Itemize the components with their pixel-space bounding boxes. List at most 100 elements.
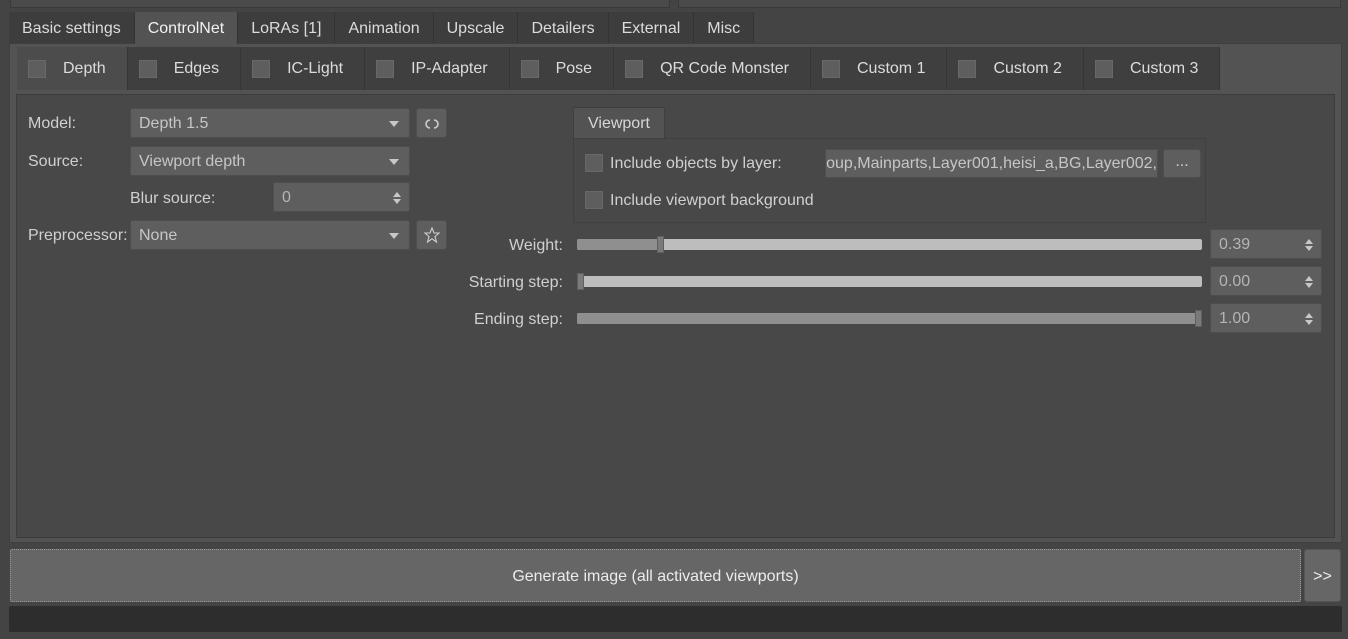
blur-source-value: 0 <box>282 189 291 206</box>
subtab-label: IP-Adapter <box>411 59 488 77</box>
pose-enable-checkbox[interactable] <box>520 59 539 78</box>
include-background-checkbox[interactable] <box>585 191 603 209</box>
starting-step-slider[interactable] <box>577 273 1202 290</box>
subtab-custom-2[interactable]: Custom 2 <box>947 47 1084 90</box>
tab-misc[interactable]: Misc <box>694 12 755 44</box>
ending-step-value: 1.00 <box>1219 310 1251 327</box>
source-select[interactable]: Viewport depth <box>130 146 410 176</box>
slider-track <box>577 239 1202 250</box>
weight-label: Weight: <box>509 237 563 254</box>
subtab-label: Custom 2 <box>993 59 1062 77</box>
tab-detailers[interactable]: Detailers <box>518 12 609 44</box>
spin-up-icon[interactable] <box>1305 239 1313 244</box>
weight-value: 0.39 <box>1219 236 1251 253</box>
layer-list-input[interactable]: oup,Mainparts,Layer001,heisi_a,BG,Layer0… <box>825 149 1158 178</box>
spin-down-icon[interactable] <box>1305 246 1313 251</box>
ending-step-slider[interactable] <box>577 310 1202 327</box>
chevron-down-icon <box>389 121 399 127</box>
slider-track <box>577 276 1202 287</box>
preprocessor-label: Preprocessor: <box>28 227 128 244</box>
starting-step-spinbox[interactable]: 0.00 <box>1210 266 1322 296</box>
starting-step-value: 0.00 <box>1219 273 1251 290</box>
qr-code-monster-enable-checkbox[interactable] <box>625 59 644 78</box>
preprocessor-select[interactable]: None <box>130 220 410 250</box>
ip-adapter-enable-checkbox[interactable] <box>376 59 395 78</box>
subtab-custom-1[interactable]: Custom 1 <box>811 47 948 90</box>
ic-light-enable-checkbox[interactable] <box>252 59 271 78</box>
refresh-model-button[interactable] <box>416 108 447 138</box>
tab-animation[interactable]: Animation <box>335 12 434 44</box>
source-value: Viewport depth <box>139 153 246 170</box>
preprocessor-value: None <box>139 227 178 244</box>
spin-down-icon[interactable] <box>1305 283 1313 288</box>
include-background-label: Include viewport background <box>610 192 814 209</box>
subtab-label: Edges <box>173 59 220 77</box>
main-tab-bar: Basic settings ControlNet LoRAs [1] Anim… <box>9 12 755 44</box>
subtab-label: IC-Light <box>287 59 344 77</box>
chevron-down-icon <box>389 233 399 239</box>
tab-controlnet[interactable]: ControlNet <box>134 12 239 44</box>
weight-slider[interactable] <box>577 236 1202 253</box>
controlnet-panel: Depth Edges IC-Light IP-Adapter Pose QR … <box>9 43 1342 543</box>
tab-external[interactable]: External <box>608 12 695 44</box>
custom-1-enable-checkbox[interactable] <box>822 59 840 78</box>
top-right-panel-edge <box>678 0 1341 8</box>
top-strip <box>0 0 1348 10</box>
spin-up-icon[interactable] <box>1305 313 1313 318</box>
slider-handle[interactable] <box>1195 310 1202 327</box>
subtab-ic-light[interactable]: IC-Light <box>241 47 366 90</box>
tab-basic-settings[interactable]: Basic settings <box>9 12 135 44</box>
include-layer-checkbox[interactable] <box>585 154 603 172</box>
model-label: Model: <box>28 115 77 132</box>
top-left-panel-edge <box>10 0 670 8</box>
subtab-label: QR Code Monster <box>660 59 789 77</box>
blur-source-label: Blur source: <box>130 190 216 207</box>
depth-settings-panel: Model: Depth 1.5 Source: Viewport depth … <box>16 94 1335 538</box>
tab-viewport[interactable]: Viewport <box>573 107 665 139</box>
spin-up-icon[interactable] <box>393 192 401 197</box>
slider-handle[interactable] <box>657 236 664 253</box>
spin-up-icon[interactable] <box>1305 276 1313 281</box>
more-options-button[interactable]: >> <box>1304 549 1341 602</box>
subtab-ip-adapter[interactable]: IP-Adapter <box>365 47 510 90</box>
ending-step-label: Ending step: <box>474 311 563 328</box>
status-bar <box>9 606 1342 632</box>
viewport-group: Include objects by layer: oup,Mainparts,… <box>573 138 1206 223</box>
custom-2-enable-checkbox[interactable] <box>958 59 977 78</box>
subtab-pose[interactable]: Pose <box>509 47 615 90</box>
spin-down-icon[interactable] <box>1305 320 1313 325</box>
subtab-label: Pose <box>555 59 593 77</box>
blur-source-spinbox[interactable]: 0 <box>273 182 410 212</box>
star-icon <box>423 226 440 244</box>
generate-image-button[interactable]: Generate image (all activated viewports) <box>10 549 1301 602</box>
spin-down-icon[interactable] <box>393 199 401 204</box>
tab-upscale[interactable]: Upscale <box>433 12 519 44</box>
subtab-qr-code-monster[interactable]: QR Code Monster <box>614 47 811 90</box>
subtab-label: Custom 1 <box>857 59 926 77</box>
controlnet-sub-tab-bar: Depth Edges IC-Light IP-Adapter Pose QR … <box>17 47 1221 90</box>
edges-enable-checkbox[interactable] <box>138 59 157 78</box>
preprocessor-favorite-button[interactable] <box>416 220 447 250</box>
custom-3-enable-checkbox[interactable] <box>1094 59 1113 78</box>
subtab-edges[interactable]: Edges <box>127 47 242 90</box>
weight-spinbox[interactable]: 0.39 <box>1210 229 1322 259</box>
browse-layers-button[interactable]: ... <box>1163 149 1201 178</box>
tab-loras[interactable]: LoRAs [1] <box>238 12 336 44</box>
slider-fill <box>577 239 657 250</box>
depth-enable-checkbox[interactable] <box>28 59 46 78</box>
chevron-down-icon <box>389 159 399 165</box>
source-label: Source: <box>28 153 84 170</box>
model-select[interactable]: Depth 1.5 <box>130 108 410 138</box>
model-value: Depth 1.5 <box>139 115 209 132</box>
refresh-icon <box>424 119 439 129</box>
subtab-depth[interactable]: Depth <box>17 47 128 90</box>
subtab-label: Custom 3 <box>1129 59 1199 77</box>
ending-step-spinbox[interactable]: 1.00 <box>1210 303 1322 333</box>
layer-list-value: oup,Mainparts,Layer001,heisi_a,BG,Layer0… <box>826 155 1157 172</box>
starting-step-label: Starting step: <box>468 274 563 291</box>
slider-fill <box>577 313 1195 324</box>
subtab-custom-3[interactable]: Custom 3 <box>1083 47 1221 90</box>
slider-handle[interactable] <box>577 273 584 290</box>
include-layer-label: Include objects by layer: <box>610 155 782 172</box>
subtab-label: Depth <box>63 59 106 77</box>
